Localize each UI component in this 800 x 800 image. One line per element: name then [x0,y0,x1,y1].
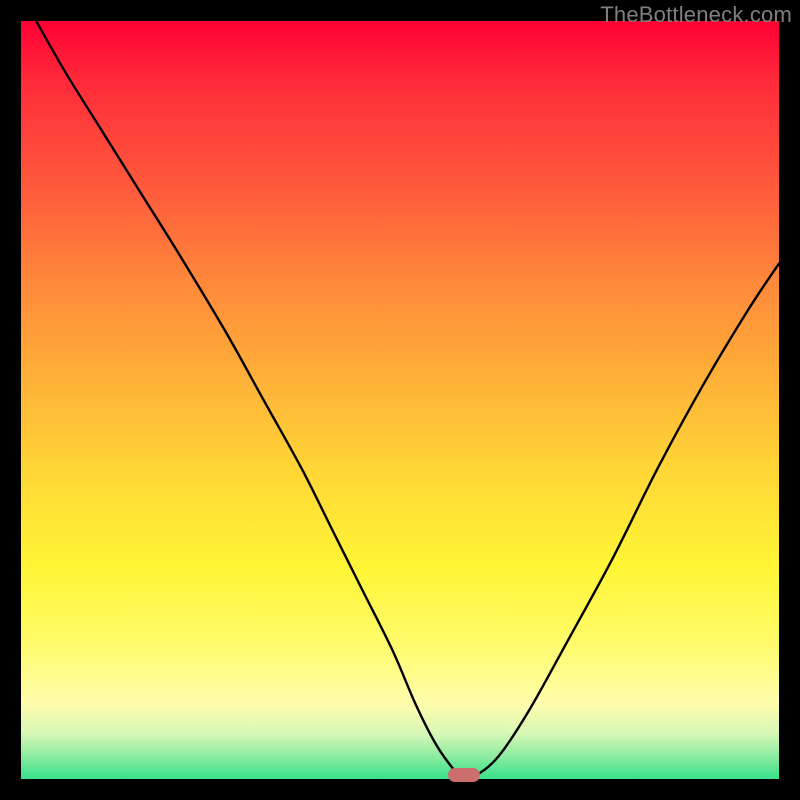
watermark-text: TheBottleneck.com [600,2,792,28]
chart-frame: TheBottleneck.com [0,0,800,800]
bottleneck-minimum-marker [448,768,480,782]
bottleneck-curve [21,21,779,779]
plot-area [21,21,779,779]
